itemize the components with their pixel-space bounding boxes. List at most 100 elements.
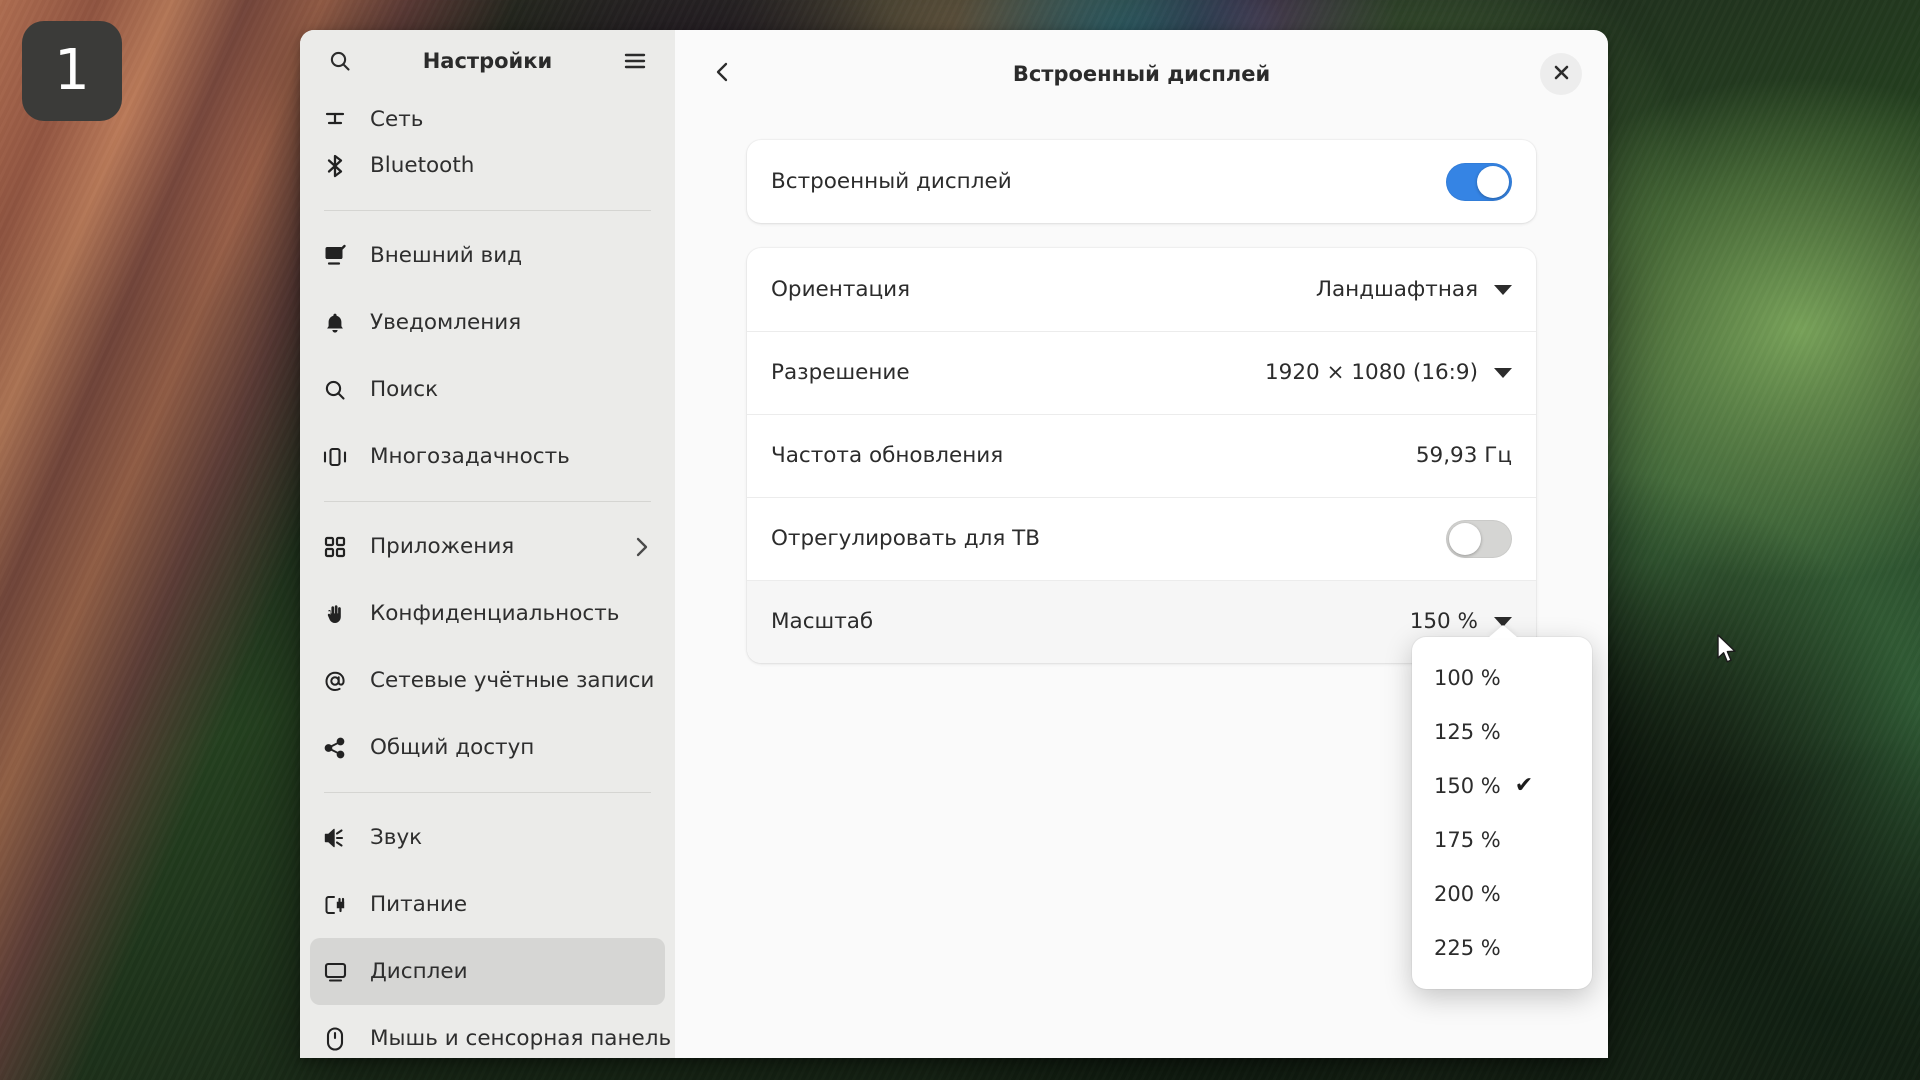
bluetooth-icon xyxy=(322,153,348,179)
sidebar: Настройки Сеть Bluetooth Внешний вид Уве… xyxy=(300,30,675,1058)
row-orientation[interactable]: Ориентация Ландшафтная xyxy=(747,248,1536,331)
workspace-badge-number: 1 xyxy=(54,38,90,103)
content-header: Встроенный дисплей xyxy=(675,30,1608,118)
row-label: Ориентация xyxy=(771,277,911,302)
scale-option-125[interactable]: 125 % xyxy=(1412,705,1592,759)
scale-option-label: 175 % xyxy=(1434,828,1501,852)
scale-option-150[interactable]: 150 % ✔ xyxy=(1412,759,1592,813)
sidebar-item-label: Сеть xyxy=(370,107,424,132)
sidebar-item-bluetooth[interactable]: Bluetooth xyxy=(310,132,665,199)
checkmark-icon: ✔ xyxy=(1514,773,1534,798)
hamburger-menu-icon[interactable] xyxy=(617,43,653,79)
sidebar-item-label: Приложения xyxy=(370,534,515,559)
display-icon xyxy=(322,959,348,985)
multitasking-icon xyxy=(322,444,348,470)
row-value xyxy=(1446,162,1512,201)
sidebar-item-online-accounts[interactable]: Сетевые учётные записи xyxy=(310,647,665,714)
row-label: Разрешение xyxy=(771,360,910,385)
row-value[interactable]: 1920 × 1080 (16:9) xyxy=(1265,360,1512,385)
sidebar-item-label: Сетевые учётные записи xyxy=(370,668,655,693)
sidebar-item-label: Внешний вид xyxy=(370,243,523,268)
sidebar-divider xyxy=(324,501,651,502)
row-label: Отрегулировать для ТВ xyxy=(771,526,1040,551)
display-settings-card: Ориентация Ландшафтная Разрешение 1920 ×… xyxy=(747,248,1536,663)
row-adjust-for-tv[interactable]: Отрегулировать для ТВ xyxy=(747,497,1536,580)
sidebar-item-label: Звук xyxy=(370,825,423,850)
sidebar-item-network[interactable]: Сеть xyxy=(310,92,665,132)
speaker-icon xyxy=(322,825,348,851)
row-label: Масштаб xyxy=(771,609,874,634)
workspace-badge: 1 xyxy=(22,21,122,121)
sidebar-item-label: Мышь и сенсорная панель xyxy=(370,1026,672,1051)
sidebar-divider xyxy=(324,792,651,793)
scale-option-label: 150 % xyxy=(1434,774,1501,798)
row-value[interactable]: Ландшафтная xyxy=(1316,277,1512,302)
toggle-knob xyxy=(1477,165,1509,198)
sidebar-item-label: Конфиденциальность xyxy=(370,601,620,626)
row-value xyxy=(1446,519,1512,558)
sidebar-item-label: Питание xyxy=(370,892,468,917)
scale-option-label: 225 % xyxy=(1434,936,1501,960)
sidebar-item-label: Уведомления xyxy=(370,310,522,335)
sidebar-item-privacy[interactable]: Конфиденциальность xyxy=(310,580,665,647)
at-sign-icon xyxy=(322,668,348,694)
sidebar-item-label: Bluetooth xyxy=(370,153,475,178)
back-button[interactable] xyxy=(701,52,745,96)
sidebar-item-multitasking[interactable]: Многозадачность xyxy=(310,423,665,490)
bell-icon xyxy=(322,310,348,336)
row-resolution[interactable]: Разрешение 1920 × 1080 (16:9) xyxy=(747,331,1536,414)
search-icon[interactable] xyxy=(322,43,358,79)
scale-option-200[interactable]: 200 % xyxy=(1412,867,1592,921)
builtin-display-toggle[interactable] xyxy=(1446,162,1512,201)
close-icon xyxy=(1553,64,1570,85)
sidebar-item-appearance[interactable]: Внешний вид xyxy=(310,222,665,289)
popover-arrow xyxy=(1488,625,1518,638)
sidebar-item-applications[interactable]: Приложения xyxy=(310,513,665,580)
chevron-right-icon xyxy=(631,536,653,558)
scale-option-100[interactable]: 100 % xyxy=(1412,651,1592,705)
sidebar-item-sound[interactable]: Звук xyxy=(310,804,665,871)
sidebar-title: Настройки xyxy=(422,49,553,73)
orientation-value: Ландшафтная xyxy=(1315,277,1478,302)
sidebar-item-search[interactable]: Поиск xyxy=(310,356,665,423)
row-label: Встроенный дисплей xyxy=(771,169,1012,194)
row-refresh-rate: Частота обновления 59,93 Гц xyxy=(747,414,1536,497)
sidebar-divider xyxy=(324,210,651,211)
chevron-down-icon xyxy=(1494,284,1512,295)
sidebar-nav-list[interactable]: Сеть Bluetooth Внешний вид Уведомления П… xyxy=(300,92,675,1058)
sidebar-item-label: Общий доступ xyxy=(370,735,535,760)
share-icon xyxy=(322,735,348,761)
apps-grid-icon xyxy=(322,534,348,560)
row-builtin-display[interactable]: Встроенный дисплей xyxy=(747,140,1536,223)
refresh-rate-value: 59,93 Гц xyxy=(1415,443,1512,468)
sidebar-item-notifications[interactable]: Уведомления xyxy=(310,289,665,356)
adjust-for-tv-toggle[interactable] xyxy=(1446,519,1512,558)
scale-value: 150 % xyxy=(1409,609,1478,634)
page-title: Встроенный дисплей xyxy=(1012,62,1271,86)
sidebar-item-displays[interactable]: Дисплеи xyxy=(310,938,665,1005)
sidebar-item-mouse-touchpad[interactable]: Мышь и сенсорная панель xyxy=(310,1005,671,1058)
resolution-value: 1920 × 1080 (16:9) xyxy=(1264,360,1478,385)
hand-icon xyxy=(322,601,348,627)
scale-dropdown-menu[interactable]: 100 % 125 % 150 % ✔ 175 % 200 % 225 % xyxy=(1412,625,1592,989)
display-enable-card: Встроенный дисплей xyxy=(747,140,1536,223)
chevron-down-icon xyxy=(1494,367,1512,378)
sidebar-item-label: Поиск xyxy=(370,377,439,402)
appearance-icon xyxy=(322,243,348,269)
sidebar-item-power[interactable]: Питание xyxy=(310,871,665,938)
network-icon xyxy=(322,106,348,132)
sidebar-item-sharing[interactable]: Общий доступ xyxy=(310,714,665,781)
toggle-knob xyxy=(1449,522,1481,555)
sidebar-item-label: Дисплеи xyxy=(370,959,468,984)
scale-option-label: 125 % xyxy=(1434,720,1501,744)
sidebar-header: Настройки xyxy=(300,30,675,92)
scale-option-225[interactable]: 225 % xyxy=(1412,921,1592,975)
scale-option-label: 100 % xyxy=(1434,666,1501,690)
close-window-button[interactable] xyxy=(1540,53,1582,95)
sidebar-item-label: Многозадачность xyxy=(370,444,570,469)
scale-option-label: 200 % xyxy=(1434,882,1501,906)
scale-option-175[interactable]: 175 % xyxy=(1412,813,1592,867)
search-icon xyxy=(322,377,348,403)
chevron-left-icon xyxy=(711,60,735,88)
power-plug-icon xyxy=(322,892,348,918)
